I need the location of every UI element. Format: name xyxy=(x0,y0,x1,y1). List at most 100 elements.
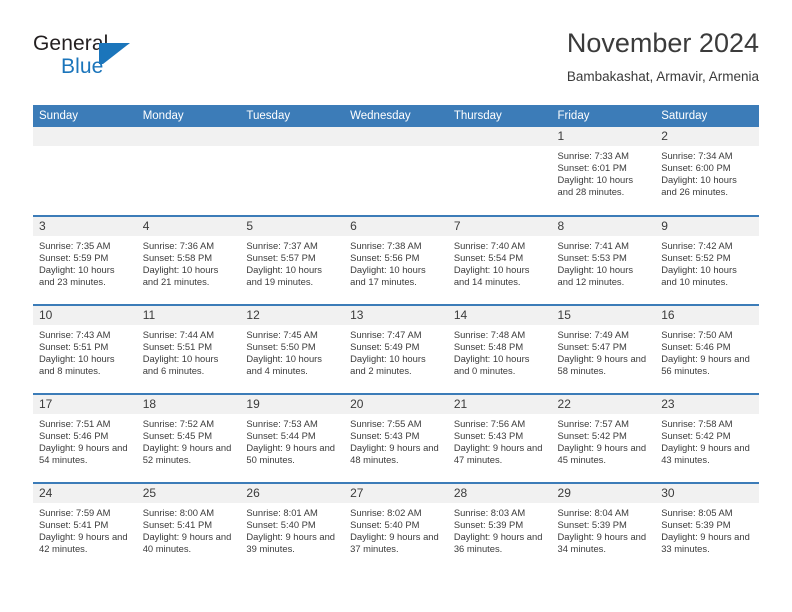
calendar-day-cell[interactable]: 2 Sunrise: 7:34 AM Sunset: 6:00 PM Daylight… xyxy=(655,127,759,216)
day-details: Sunrise: 8:00 AM Sunset: 5:41 PM Daylight:… xyxy=(137,503,241,555)
sunset-text: Sunset: 5:59 PM xyxy=(39,252,109,264)
day-details: Sunrise: 7:58 AM Sunset: 5:42 PM Daylight:… xyxy=(655,414,759,466)
sunrise-text: Sunrise: 7:34 AM xyxy=(661,150,733,161)
calendar-day-cell[interactable]: 14 Sunrise: 7:48 AM Sunset: 5:48 PM Dayligh… xyxy=(447,304,552,394)
calendar-day-cell[interactable]: 7 Sunrise: 7:40 AM Sunset: 5:54 PM Daylight… xyxy=(447,215,552,305)
calendar-day-cell-empty xyxy=(136,127,241,216)
sunset-text: Sunset: 5:41 PM xyxy=(39,519,109,531)
calendar-day-cell[interactable]: 9 Sunrise: 7:42 AM Sunset: 5:52 PM Daylight… xyxy=(655,215,759,305)
day-number: 19 xyxy=(240,395,345,414)
day-number: 28 xyxy=(447,484,552,503)
day-details: Sunrise: 8:01 AM Sunset: 5:40 PM Daylight:… xyxy=(240,503,344,555)
daylight-text: Daylight: 10 hours and 23 minutes. xyxy=(39,264,115,288)
day-number: 23 xyxy=(655,395,759,414)
sunrise-text: Sunrise: 8:00 AM xyxy=(142,507,215,518)
day-number: 14 xyxy=(447,306,552,325)
day-details: Sunrise: 7:37 AM Sunset: 5:57 PM Daylight:… xyxy=(240,236,344,288)
daylight-text: Daylight: 9 hours and 58 minutes. xyxy=(557,353,647,377)
daylight-text: Daylight: 9 hours and 47 minutes. xyxy=(453,442,543,466)
day-details: Sunrise: 8:02 AM Sunset: 5:40 PM Daylight:… xyxy=(344,503,448,555)
calendar-day-cell[interactable]: 3 Sunrise: 7:35 AM Sunset: 5:59 PM Daylight… xyxy=(33,215,137,305)
calendar-day-cell[interactable]: 28 Sunrise: 8:03 AM Sunset: 5:39 PM Dayligh… xyxy=(447,482,552,572)
calendar-day-cell-empty xyxy=(240,127,345,216)
sunrise-text: Sunrise: 7:49 AM xyxy=(557,329,629,340)
day-details: Sunrise: 8:05 AM Sunset: 5:39 PM Daylight:… xyxy=(655,503,759,555)
daylight-text: Daylight: 9 hours and 37 minutes. xyxy=(350,531,439,555)
day-details: Sunrise: 8:03 AM Sunset: 5:39 PM Daylight:… xyxy=(448,503,552,555)
calendar-day-cell[interactable]: 4 Sunrise: 7:36 AM Sunset: 5:58 PM Daylight… xyxy=(136,215,241,305)
day-number: 15 xyxy=(551,306,656,325)
sunrise-text: Sunrise: 8:01 AM xyxy=(246,507,318,518)
calendar-day-cell[interactable]: 16 Sunrise: 7:50 AM Sunset: 5:46 PM Dayligh… xyxy=(655,304,759,394)
day-details: Sunrise: 7:42 AM Sunset: 5:52 PM Daylight:… xyxy=(655,236,759,288)
calendar-day-cell[interactable]: 18 Sunrise: 7:52 AM Sunset: 5:45 PM Dayligh… xyxy=(136,393,241,483)
sunrise-text: Sunrise: 7:35 AM xyxy=(39,240,111,251)
sunset-text: Sunset: 5:40 PM xyxy=(246,519,316,531)
calendar-day-cell[interactable]: 25 Sunrise: 8:00 AM Sunset: 5:41 PM Dayligh… xyxy=(136,482,241,572)
weekday-header-row: Sunday Monday Tuesday Wednesday Thursday… xyxy=(33,105,759,127)
daylight-text: Daylight: 9 hours and 50 minutes. xyxy=(246,442,336,466)
logo-text-blue: Blue xyxy=(61,55,104,78)
sunset-text: Sunset: 5:44 PM xyxy=(246,430,316,442)
sunset-text: Sunset: 5:42 PM xyxy=(661,430,731,442)
day-details: Sunrise: 7:55 AM Sunset: 5:43 PM Daylight:… xyxy=(344,414,448,466)
calendar-day-cell[interactable]: 5 Sunrise: 7:37 AM Sunset: 5:57 PM Daylight… xyxy=(240,215,345,305)
calendar-day-cell-empty xyxy=(33,127,137,216)
page-header: General Blue November 2024 Bambakashat, … xyxy=(33,26,759,98)
day-number: 4 xyxy=(136,217,241,236)
calendar-day-cell[interactable]: 26 Sunrise: 8:01 AM Sunset: 5:40 PM Dayligh… xyxy=(240,482,345,572)
calendar-day-cell[interactable]: 21 Sunrise: 7:56 AM Sunset: 5:43 PM Dayligh… xyxy=(447,393,552,483)
day-details: Sunrise: 7:51 AM Sunset: 5:46 PM Daylight:… xyxy=(33,414,137,466)
sunrise-text: Sunrise: 7:38 AM xyxy=(350,240,422,251)
sunrise-text: Sunrise: 7:41 AM xyxy=(557,240,629,251)
calendar-day-cell[interactable]: 10 Sunrise: 7:43 AM Sunset: 5:51 PM Dayligh… xyxy=(33,304,137,394)
calendar-day-cell[interactable]: 20 Sunrise: 7:55 AM Sunset: 5:43 PM Dayligh… xyxy=(344,393,448,483)
day-number: 17 xyxy=(33,395,137,414)
daylight-text: Daylight: 10 hours and 17 minutes. xyxy=(350,264,426,288)
daylight-text: Daylight: 10 hours and 6 minutes. xyxy=(142,353,219,377)
day-number: 2 xyxy=(655,127,759,146)
calendar-day-cell[interactable]: 1 Sunrise: 7:33 AM Sunset: 6:01 PM Daylight… xyxy=(551,127,656,216)
calendar-day-cell[interactable]: 13 Sunrise: 7:47 AM Sunset: 5:49 PM Dayligh… xyxy=(344,304,448,394)
daylight-text: Daylight: 9 hours and 34 minutes. xyxy=(557,531,647,555)
day-details: Sunrise: 7:40 AM Sunset: 5:54 PM Daylight:… xyxy=(448,236,552,288)
day-number: 9 xyxy=(655,217,759,236)
sunrise-text: Sunrise: 7:33 AM xyxy=(557,150,629,161)
sunrise-text: Sunrise: 7:52 AM xyxy=(142,418,215,429)
calendar-day-cell[interactable]: 11 Sunrise: 7:44 AM Sunset: 5:51 PM Dayligh… xyxy=(136,304,241,394)
sunset-text: Sunset: 5:46 PM xyxy=(39,430,109,442)
day-number: 3 xyxy=(33,217,137,236)
sunset-text: Sunset: 5:43 PM xyxy=(350,430,420,442)
calendar-day-cell[interactable]: 27 Sunrise: 8:02 AM Sunset: 5:40 PM Dayligh… xyxy=(344,482,448,572)
day-number: 13 xyxy=(344,306,448,325)
day-details: Sunrise: 7:44 AM Sunset: 5:51 PM Daylight:… xyxy=(137,325,241,377)
sunrise-text: Sunrise: 7:40 AM xyxy=(453,240,526,251)
sunrise-text: Sunrise: 8:04 AM xyxy=(557,507,629,518)
logo-triangle-shape xyxy=(103,43,130,64)
calendar-day-cell[interactable]: 29 Sunrise: 8:04 AM Sunset: 5:39 PM Dayligh… xyxy=(551,482,656,572)
sunrise-text: Sunrise: 7:58 AM xyxy=(661,418,733,429)
calendar-body: 1 Sunrise: 7:33 AM Sunset: 6:01 PM Daylight… xyxy=(33,127,759,572)
calendar-day-cell[interactable]: 24 Sunrise: 7:59 AM Sunset: 5:41 PM Dayligh… xyxy=(33,482,137,572)
calendar-day-cell[interactable]: 23 Sunrise: 7:58 AM Sunset: 5:42 PM Dayligh… xyxy=(655,393,759,483)
calendar-day-cell[interactable]: 6 Sunrise: 7:38 AM Sunset: 5:56 PM Daylight… xyxy=(344,215,448,305)
sunrise-text: Sunrise: 7:55 AM xyxy=(350,418,422,429)
calendar-day-cell[interactable]: 17 Sunrise: 7:51 AM Sunset: 5:46 PM Dayligh… xyxy=(33,393,137,483)
day-details: Sunrise: 7:57 AM Sunset: 5:42 PM Daylight:… xyxy=(552,414,656,466)
calendar-day-cell[interactable]: 22 Sunrise: 7:57 AM Sunset: 5:42 PM Dayligh… xyxy=(551,393,656,483)
sunrise-text: Sunrise: 7:50 AM xyxy=(661,329,733,340)
sunset-text: Sunset: 5:54 PM xyxy=(453,252,524,264)
general-blue-logo[interactable]: General Blue xyxy=(33,32,183,88)
calendar-page: General Blue November 2024 Bambakashat, … xyxy=(0,0,792,612)
calendar-day-cell[interactable]: 30 Sunrise: 8:05 AM Sunset: 5:39 PM Dayligh… xyxy=(655,482,759,572)
sunset-text: Sunset: 5:51 PM xyxy=(142,341,213,353)
calendar-day-cell[interactable]: 19 Sunrise: 7:53 AM Sunset: 5:44 PM Dayligh… xyxy=(240,393,345,483)
weekday-header-monday: Monday xyxy=(136,105,241,127)
day-number xyxy=(136,127,241,146)
sunset-text: Sunset: 5:49 PM xyxy=(350,341,420,353)
calendar-day-cell[interactable]: 8 Sunrise: 7:41 AM Sunset: 5:53 PM Daylight… xyxy=(551,215,656,305)
day-number: 30 xyxy=(655,484,759,503)
calendar-day-cell[interactable]: 15 Sunrise: 7:49 AM Sunset: 5:47 PM Dayligh… xyxy=(551,304,656,394)
calendar-day-cell[interactable]: 12 Sunrise: 7:45 AM Sunset: 5:50 PM Dayligh… xyxy=(240,304,345,394)
day-details: Sunrise: 7:41 AM Sunset: 5:53 PM Daylight:… xyxy=(552,236,656,288)
